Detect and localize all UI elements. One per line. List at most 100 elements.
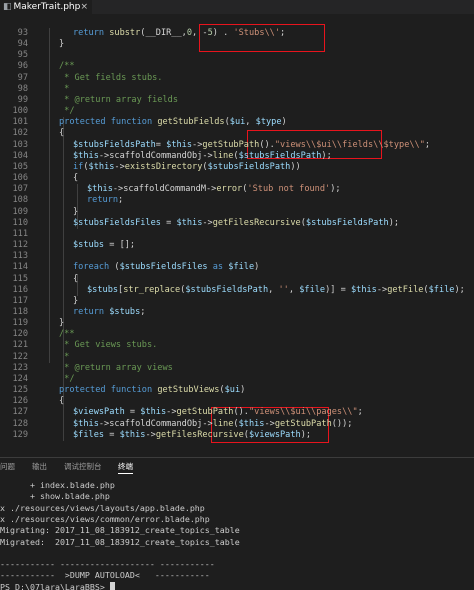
code-line[interactable]: 101 protected function getStubFields($ui,…	[0, 117, 474, 128]
code-line[interactable]: 113	[0, 251, 474, 262]
code-text: if($this->existsDirectory($stubsFieldsPa…	[73, 162, 301, 173]
code-text: * @return array views	[59, 363, 173, 374]
code-line[interactable]: 105 if($this->existsDirectory($stubsField…	[0, 162, 474, 173]
code-token: );	[321, 150, 332, 161]
code-token: $this	[140, 407, 167, 418]
code-token: *	[59, 351, 70, 362]
code-text: return substr(__DIR__,0, -5) . 'Stubs\\'…	[73, 28, 285, 39]
code-line[interactable]: 109}	[0, 207, 474, 218]
code-line[interactable]: 96 /**	[0, 61, 474, 72]
code-line[interactable]: 99 * @return array fields	[0, 95, 474, 106]
code-token: "views\\$ui\\pages\\"	[248, 407, 358, 418]
code-token: getFilesRecursive	[212, 217, 301, 228]
terminal-line: + show.blade.php	[0, 491, 110, 502]
code-line[interactable]: 104 $this->scaffoldCommandObj->line($stub…	[0, 151, 474, 162]
code-text: $viewsPath = $this->getStubPath()."views…	[73, 407, 363, 418]
code-line[interactable]: 117}	[0, 296, 474, 307]
panel-tab[interactable]: 输出	[32, 461, 47, 472]
panel-tab[interactable]: 问题	[0, 461, 15, 472]
code-line[interactable]: 98 *	[0, 84, 474, 95]
editor-tab-bar: ◧ MakerTrait.php ×	[0, 0, 474, 14]
code-token: {	[73, 173, 79, 184]
code-token: }	[73, 206, 79, 217]
code-token: }	[73, 295, 79, 306]
code-token: * @return array views	[59, 362, 173, 373]
code-line[interactable]: 100 */	[0, 106, 474, 117]
code-line[interactable]: 94}	[0, 39, 474, 50]
code-line[interactable]: 106 {	[0, 173, 474, 184]
line-number: 121	[12, 340, 28, 351]
code-line[interactable]: 119}	[0, 318, 474, 329]
code-token: getStubPath	[274, 418, 332, 429]
code-line[interactable]: 123 * @return array views	[0, 363, 474, 374]
code-token: ) .	[212, 28, 234, 38]
code-line[interactable]: 112 $stubs = [];	[0, 240, 474, 251]
code-token: =	[155, 139, 167, 150]
code-text: protected function getStubViews($ui)	[59, 385, 245, 396]
terminal-line: x ./resources/views/layouts/app.blade.ph…	[0, 502, 205, 513]
code-line[interactable]: 127 $viewsPath = $this->getStubPath()."vi…	[0, 407, 474, 418]
code-line[interactable]: 128 $this->scaffoldCommandObj->line($this…	[0, 419, 474, 430]
code-token: $stubsFieldsPath	[185, 284, 269, 295]
code-line[interactable]: 120 /**	[0, 329, 474, 340]
code-line[interactable]: 122 *	[0, 352, 474, 363]
code-token: ->	[202, 217, 213, 228]
line-number: 100	[12, 106, 28, 117]
code-token: $type	[255, 117, 282, 128]
terminal[interactable]: + index.blade.php + show.blade.php x ./re…	[0, 478, 474, 590]
code-token: ->	[166, 407, 177, 418]
code-token: $this	[87, 184, 113, 195]
code-token: ->scaffoldCommandM->	[112, 184, 217, 195]
code-line[interactable]: 110 $stubsFieldsFiles = $this->getFilesRe…	[0, 218, 474, 229]
code-line[interactable]: 116 $stubs[str_replace($stubsFieldsPath, …	[0, 285, 474, 296]
code-line[interactable]: 102 {	[0, 128, 474, 139]
code-token: $file	[228, 262, 255, 273]
line-number: 108	[12, 195, 28, 206]
panel-tab[interactable]: 终端	[118, 461, 133, 474]
code-line[interactable]: 108 return;	[0, 195, 474, 206]
line-number: 95	[17, 50, 28, 61]
code-line[interactable]: 111	[0, 229, 474, 240]
line-number: 129	[12, 429, 28, 440]
code-token: $viewsPath	[73, 407, 125, 418]
code-token: );	[300, 429, 312, 440]
line-number: 109	[12, 206, 28, 217]
code-line[interactable]: 114 foreach ($stubsFieldsFiles as $file)	[0, 262, 474, 273]
code-token: $file	[428, 284, 455, 295]
code-token: *	[59, 83, 70, 94]
panel-tab[interactable]: 调试控制台	[64, 461, 102, 472]
code-text: */	[59, 106, 74, 117]
code-text: {	[59, 396, 64, 407]
code-token: ->	[145, 429, 156, 440]
code-line[interactable]: 121 * Get views stubs.	[0, 340, 474, 351]
code-line[interactable]: 118 return $stubs;	[0, 307, 474, 318]
code-line[interactable]: 107 $this->scaffoldCommandM->error('Stub …	[0, 184, 474, 195]
code-line[interactable]: 126 {	[0, 396, 474, 407]
code-token: =	[104, 429, 120, 440]
line-number: 99	[17, 94, 28, 105]
line-number: 123	[12, 362, 28, 373]
code-token: getStubViews	[157, 385, 220, 396]
line-number: 96	[17, 61, 28, 72]
code-line[interactable]: 97 * Get fields stubs.	[0, 73, 474, 84]
code-token: $stubsFieldsPath	[238, 150, 322, 161]
code-token: line	[212, 150, 234, 161]
code-text: $this->scaffoldCommandM->error('Stub not…	[87, 184, 341, 195]
close-icon[interactable]: ×	[80, 0, 88, 14]
code-text: {	[73, 173, 78, 184]
code-text: $this->scaffoldCommandObj->line($this->g…	[73, 419, 352, 430]
code-editor[interactable]: 93 return substr(__DIR__,0, -5) . 'Stubs\…	[0, 14, 474, 457]
code-line[interactable]: 115 {	[0, 274, 474, 285]
code-token: $this	[88, 161, 115, 172]
code-line[interactable]: 103 $stubsFieldsPath= $this->getStubPath(…	[0, 140, 474, 151]
code-token: );	[388, 217, 400, 228]
code-line[interactable]: 124 */	[0, 374, 474, 385]
code-line[interactable]: 95	[0, 50, 474, 61]
code-line[interactable]: 129 $files = $this->getFilesRecursive($vi…	[0, 430, 474, 441]
code-line[interactable]: 93 return substr(__DIR__,0, -5) . 'Stubs\…	[0, 28, 474, 39]
code-token: ;	[140, 307, 146, 317]
editor-tab[interactable]: ◧ MakerTrait.php ×	[0, 0, 92, 14]
code-token: $stubs	[73, 240, 105, 251]
code-line[interactable]: 125 protected function getStubViews($ui)	[0, 385, 474, 396]
code-token: = [];	[104, 240, 136, 251]
